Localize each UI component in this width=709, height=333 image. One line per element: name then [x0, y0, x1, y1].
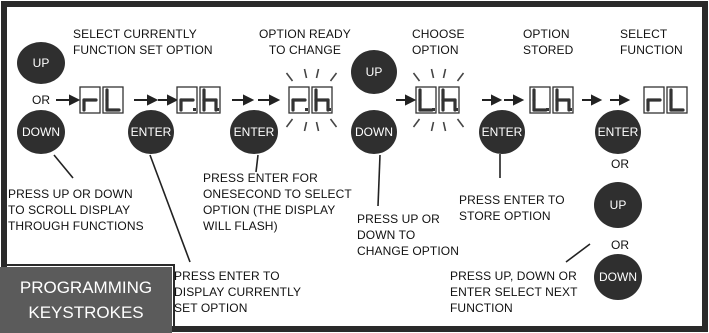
down-button[interactable]: DOWN [594, 254, 642, 300]
flash-ray [442, 68, 447, 79]
seven-segment-display [288, 86, 333, 114]
label-press-enter-display: PRESS ENTER TO DISPLAY CURRENTLY SET OPT… [174, 269, 302, 315]
display-decimal-point [546, 108, 549, 111]
enter-button[interactable]: ENTER [230, 110, 278, 154]
callout-down-1 [53, 154, 74, 179]
flash-ray [315, 68, 320, 79]
programming-keystrokes-label: PROGRAMMING KEYSTROKES [0, 267, 172, 333]
display-decimal-point [328, 108, 331, 111]
label-or-right-2: OR [611, 238, 630, 252]
label-press-up-down-scroll: PRESS UP OR DOWN TO SCROLL DISPLAY THROU… [8, 187, 144, 233]
arrow-7 [504, 94, 525, 106]
label-press-up-down-change: PRESS UP OR DOWN TO CHANGE OPTION [357, 212, 459, 258]
label-or-left: OR [32, 93, 51, 107]
enter-button[interactable]: ENTER [479, 110, 525, 154]
corner-label-line2: KEYSTROKES [28, 303, 144, 322]
seven-segment-display [415, 86, 460, 114]
arrow-6 [482, 94, 503, 106]
flash-ray [329, 118, 338, 128]
flash-ray [456, 72, 465, 82]
seven-segment-display [79, 86, 124, 114]
flash-ray [430, 121, 435, 132]
down-button[interactable]: DOWN [351, 110, 397, 154]
arrow-into-display-1 [56, 94, 81, 106]
seven-segment-display [176, 86, 221, 114]
display-decimal-point [569, 108, 572, 111]
label-option-ready: OPTION READY TO CHANGE [259, 27, 351, 57]
display-decimal-point [193, 108, 196, 111]
display-decimal-point [305, 108, 308, 111]
label-or-right-1: OR [611, 157, 630, 171]
flash-ray [412, 118, 421, 128]
enter-button[interactable]: ENTER [595, 110, 641, 154]
arrow-2 [158, 94, 179, 106]
arrow-5 [396, 94, 417, 106]
flash-ray [303, 121, 308, 132]
label-press-enter-one-second: PRESS ENTER FOR ONESECOND TO SELECT OPTI… [203, 171, 352, 233]
flash-ray [329, 72, 338, 82]
down-button[interactable]: DOWN [17, 110, 65, 154]
label-press-enter-store: PRESS ENTER TO STORE OPTION [459, 193, 565, 223]
label-choose-option: CHOOSE OPTION [412, 27, 465, 57]
flash-ray [315, 121, 320, 132]
flash-ray [285, 72, 294, 82]
label-select-function: SELECT FUNCTION [620, 27, 683, 57]
arrow-3 [232, 94, 255, 106]
up-button[interactable]: UP [17, 42, 65, 84]
flash-ray [442, 121, 447, 132]
arrow-9 [610, 94, 631, 106]
seven-segment-display [529, 86, 574, 114]
corner-label-line1: PROGRAMMING [19, 278, 153, 297]
flash-ray [285, 118, 294, 128]
arrow-1 [134, 94, 159, 106]
programming-keystrokes-diagram: SELECT CURRENTLY FUNCTION SET OPTION OPT… [0, 0, 709, 333]
callout-enter-1 [149, 154, 191, 263]
display-decimal-point [432, 108, 435, 111]
callout-down-2 [377, 154, 381, 207]
display-decimal-point [216, 108, 219, 111]
enter-button[interactable]: ENTER [128, 110, 174, 154]
label-press-up-down-enter-next: PRESS UP, DOWN OR ENTER SELECT NEXT FUNC… [450, 269, 578, 315]
flash-ray [412, 72, 421, 82]
callout-up-down-3 [565, 243, 591, 263]
up-button[interactable]: UP [351, 50, 397, 94]
arrow-4 [258, 94, 281, 106]
flash-ray [303, 68, 308, 79]
display-decimal-point [455, 108, 458, 111]
label-option-stored: OPTION STORED [523, 27, 574, 57]
up-button[interactable]: UP [594, 182, 642, 228]
arrow-8 [582, 94, 603, 106]
label-select-currently: SELECT CURRENTLY FUNCTION SET OPTION [73, 27, 213, 57]
flash-ray [456, 118, 465, 128]
seven-segment-display [643, 86, 688, 114]
flash-ray [430, 68, 435, 79]
